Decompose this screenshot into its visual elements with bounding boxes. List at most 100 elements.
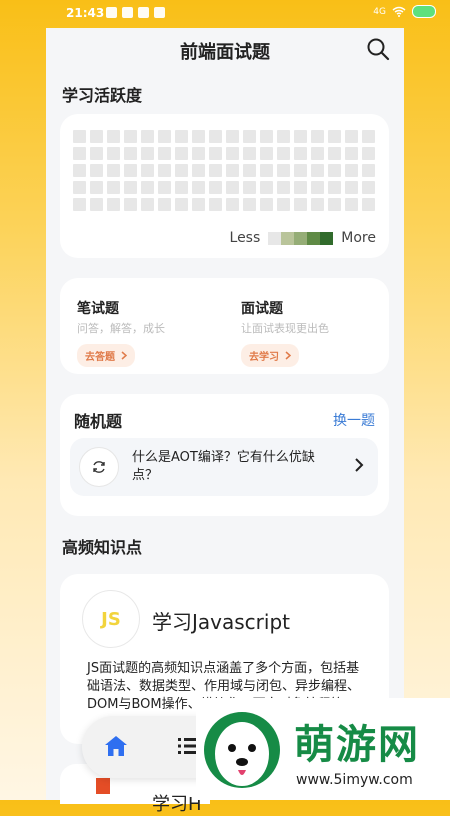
- chevron-right-icon: [121, 351, 127, 360]
- heatmap-cell: [90, 198, 103, 211]
- heatmap-cell: [73, 164, 86, 177]
- heatmap-cell: [107, 198, 120, 211]
- heatmap-cell: [209, 198, 222, 211]
- heatmap-cell: [294, 164, 307, 177]
- activity-section-title: 学习活跃度: [62, 86, 143, 105]
- go-answer-label: 去答题: [85, 352, 115, 363]
- heatmap-cell: [243, 130, 256, 143]
- heatmap-cell: [90, 130, 103, 143]
- heatmap-cell: [277, 181, 290, 194]
- heatmap-cell: [311, 164, 324, 177]
- heatmap-cell: [260, 198, 273, 211]
- heatmap-cell: [294, 181, 307, 194]
- knowledge-section-title: 高频知识点: [62, 538, 143, 557]
- heatmap-cell: [260, 130, 273, 143]
- heatmap-cell: [192, 181, 205, 194]
- dog-logo-icon: [204, 712, 280, 788]
- html5-icon: [96, 778, 110, 794]
- heatmap-cell: [243, 164, 256, 177]
- heatmap-cell: [311, 181, 324, 194]
- heatmap-cell: [73, 181, 86, 194]
- chevron-right-icon: [355, 458, 364, 472]
- refresh-icon[interactable]: [79, 447, 119, 487]
- heatmap-cell: [90, 147, 103, 160]
- heatmap-cell: [141, 181, 154, 194]
- written-quiz[interactable]: 笔试题 问答，解答，成长 去答题: [77, 298, 165, 367]
- watermark: 萌游网 www.5imyw.com: [196, 698, 450, 800]
- interview-quiz[interactable]: 面试题 让面试表现更出色 去学习: [241, 298, 329, 367]
- heatmap-cell: [141, 198, 154, 211]
- heatmap-cell: [345, 130, 358, 143]
- heatmap-cell: [73, 130, 86, 143]
- heatmap-cell: [90, 164, 103, 177]
- html-card-title: 学习H: [152, 794, 202, 815]
- heatmap-cell: [362, 198, 375, 211]
- heatmap-cell: [311, 198, 324, 211]
- wifi-icon: [392, 6, 406, 17]
- activity-legend: Less More: [230, 230, 376, 246]
- go-study-label: 去学习: [249, 352, 279, 363]
- go-answer-button[interactable]: 去答题: [77, 344, 135, 367]
- notification-icon: [154, 7, 165, 18]
- home-icon[interactable]: [104, 735, 128, 757]
- heatmap-cell: [209, 147, 222, 160]
- heatmap-cell: [73, 198, 86, 211]
- written-quiz-subtitle: 问答，解答，成长: [77, 322, 165, 335]
- heatmap-cell: [260, 181, 273, 194]
- quiz-card: 笔试题 问答，解答，成长 去答题 面试题 让面试表现更出色 去学习: [60, 278, 389, 374]
- heatmap-cell: [158, 130, 171, 143]
- notification-icon: [106, 7, 117, 18]
- heatmap-cell: [226, 147, 239, 160]
- chevron-right-icon: [285, 351, 291, 360]
- heatmap-cell: [124, 181, 137, 194]
- legend-swatch: [268, 231, 282, 245]
- heatmap-cell: [175, 147, 188, 160]
- heatmap-cell: [328, 181, 341, 194]
- heatmap-cell: [124, 147, 137, 160]
- heatmap-cell: [141, 164, 154, 177]
- heatmap-cell: [294, 130, 307, 143]
- heatmap-cell: [124, 130, 137, 143]
- heatmap-cell: [345, 198, 358, 211]
- status-bar: 21:43 4G: [0, 0, 450, 28]
- heatmap-cell: [107, 181, 120, 194]
- heatmap-cell: [158, 164, 171, 177]
- random-title: 随机题: [74, 412, 123, 431]
- heatmap-cell: [141, 130, 154, 143]
- system-icons: 4G: [373, 5, 436, 18]
- heatmap-cell: [124, 164, 137, 177]
- heatmap-cell: [158, 198, 171, 211]
- heatmap-cell: [362, 147, 375, 160]
- watermark-url: www.5imyw.com: [296, 772, 413, 788]
- app-panel: 前端面试题 学习活跃度 Less More 笔试题 问答，解答，成长 去答题 面…: [46, 28, 404, 800]
- heatmap-cell: [277, 164, 290, 177]
- legend-more-label: More: [341, 230, 376, 246]
- heatmap-cell: [192, 147, 205, 160]
- heatmap-cell: [175, 198, 188, 211]
- heatmap-cell: [226, 130, 239, 143]
- heatmap-cell: [209, 130, 222, 143]
- heatmap-cell: [345, 181, 358, 194]
- legend-swatch: [307, 231, 321, 245]
- heatmap-cell: [226, 164, 239, 177]
- watermark-text: 萌游网: [294, 722, 420, 768]
- search-icon[interactable]: [366, 37, 390, 61]
- legend-less-label: Less: [229, 230, 261, 246]
- written-quiz-title: 笔试题: [77, 301, 119, 317]
- heatmap-cell: [362, 181, 375, 194]
- change-question-button[interactable]: 换一题: [333, 410, 375, 430]
- heatmap-cell: [328, 164, 341, 177]
- heatmap-cell: [260, 147, 273, 160]
- heatmap-cell: [107, 147, 120, 160]
- app-header: 前端面试题: [46, 28, 404, 72]
- go-study-button[interactable]: 去学习: [241, 344, 299, 367]
- network-label: 4G: [373, 6, 386, 17]
- heatmap-cell: [260, 164, 273, 177]
- heatmap-cell: [362, 164, 375, 177]
- heatmap-cell: [226, 181, 239, 194]
- heatmap-cell: [328, 198, 341, 211]
- random-question-text: 什么是AOT编译？它有什么优缺点？: [132, 450, 315, 483]
- notification-icons: [106, 7, 165, 18]
- heatmap-cell: [209, 164, 222, 177]
- random-question-item[interactable]: 什么是AOT编译？它有什么优缺点？: [70, 438, 378, 496]
